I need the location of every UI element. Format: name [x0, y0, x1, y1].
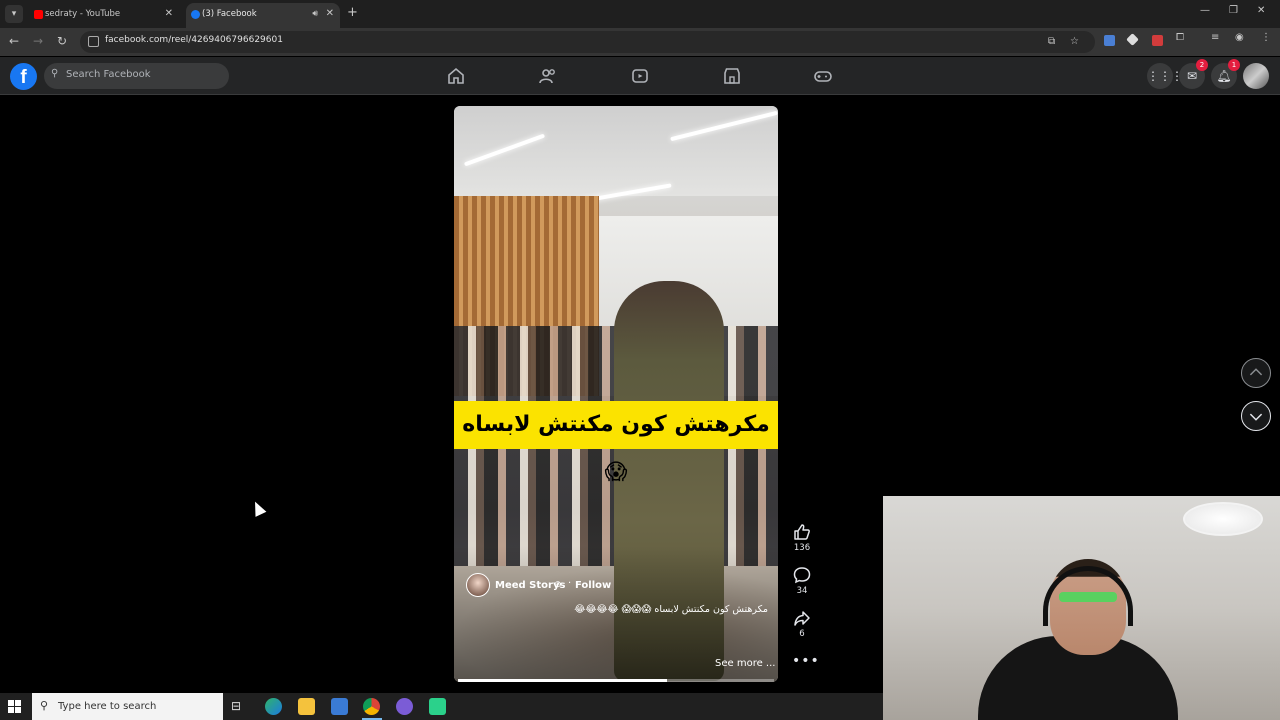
- chrome-menu-icon[interactable]: ⋮: [1261, 32, 1271, 43]
- see-more-link[interactable]: See more ...: [715, 658, 775, 669]
- mouse-cursor: [249, 499, 267, 517]
- extensions-puzzle-icon[interactable]: ⧠: [1176, 32, 1184, 43]
- youtube-icon: [34, 10, 43, 19]
- extension-red-icon[interactable]: [1152, 35, 1163, 46]
- ceiling-lamp: [1183, 502, 1263, 536]
- next-reel-button[interactable]: [1241, 401, 1271, 431]
- task-view-icon[interactable]: ⊟: [231, 699, 248, 716]
- messenger-badge: 2: [1196, 59, 1208, 71]
- share-icon[interactable]: [792, 608, 812, 628]
- tab-youtube[interactable]: sedraty - YouTube ✕: [29, 3, 179, 28]
- address-bar[interactable]: facebook.com/reel/4269406796629601 ⧉ ☆: [80, 31, 1095, 53]
- like-icon[interactable]: [792, 522, 812, 542]
- more-options-icon[interactable]: •••: [792, 653, 820, 669]
- previous-reel-button[interactable]: [1241, 358, 1271, 388]
- webcam-overlay: [883, 496, 1280, 720]
- taskbar-search-placeholder: Type here to search: [58, 701, 157, 712]
- speaker-icon[interactable]: 🔊︎: [312, 3, 318, 25]
- comment-icon[interactable]: [792, 565, 812, 585]
- tab-title: (3) Facebook: [202, 9, 257, 19]
- search-placeholder: Search Facebook: [66, 69, 151, 80]
- facebook-logo[interactable]: f: [10, 63, 37, 90]
- new-tab-button[interactable]: +: [347, 5, 358, 20]
- close-icon[interactable]: ✕: [165, 3, 173, 25]
- extension-diamond-icon[interactable]: [1126, 33, 1139, 46]
- separator-dot: ·: [568, 578, 572, 589]
- translate-extension-icon[interactable]: [1104, 35, 1115, 46]
- video-progress-bar[interactable]: [458, 679, 774, 682]
- discord-icon[interactable]: [396, 698, 413, 715]
- like-count: 136: [793, 543, 811, 553]
- browser-toolbar: ← → ↻ facebook.com/reel/4269406796629601…: [0, 28, 1280, 56]
- tab-title: sedraty - YouTube: [45, 9, 121, 19]
- taskbar-search-box[interactable]: ⚲ Type here to search: [32, 693, 223, 720]
- gaming-icon[interactable]: [813, 66, 833, 86]
- account-avatar[interactable]: [1243, 63, 1269, 89]
- author-avatar[interactable]: [466, 573, 490, 597]
- url-text: facebook.com/reel/4269406796629601: [105, 35, 283, 45]
- video-progress-fill: [458, 679, 667, 682]
- file-explorer-icon[interactable]: [298, 698, 315, 715]
- bookmark-star-icon[interactable]: ☆: [1070, 36, 1079, 47]
- video-icon[interactable]: [630, 66, 650, 86]
- chrome-icon[interactable]: [363, 698, 380, 715]
- facebook-icon: [191, 10, 200, 19]
- app-icon[interactable]: [429, 698, 446, 715]
- facebook-search-input[interactable]: ⚲ Search Facebook: [44, 63, 229, 89]
- reel-overlay-caption: مكرهتش كون مكنتش لابساه 😱: [462, 412, 770, 485]
- notifications-badge: 1: [1228, 59, 1240, 71]
- search-icon: ⚲: [40, 699, 49, 712]
- home-icon[interactable]: [446, 66, 466, 86]
- marketplace-icon[interactable]: [722, 66, 742, 86]
- windows-taskbar: ⚲ Type here to search ⊟: [0, 693, 883, 720]
- back-arrow-icon[interactable]: ←: [9, 34, 19, 48]
- site-info-icon[interactable]: [88, 36, 99, 47]
- minimize-icon[interactable]: —: [1200, 5, 1210, 16]
- follow-button[interactable]: Follow: [575, 580, 611, 591]
- tab-search-button[interactable]: ▾: [5, 5, 23, 23]
- windows-start-icon[interactable]: [8, 700, 21, 713]
- install-app-icon[interactable]: ⧉: [1048, 36, 1055, 47]
- search-icon: ⚲: [51, 68, 59, 79]
- edge-icon[interactable]: [265, 698, 282, 715]
- share-count: 6: [799, 629, 805, 639]
- friends-icon[interactable]: [538, 66, 558, 86]
- reel-description: مكرهتش كون مكنتش لابساه 😱😱😱 😂😂😂😂: [574, 604, 768, 615]
- glasses: [1059, 592, 1117, 602]
- profile-icon[interactable]: ◉: [1235, 32, 1244, 43]
- reel-video[interactable]: مكرهتش كون مكنتش لابساه 😱 Meed Storys ⊕ …: [454, 106, 778, 682]
- forward-arrow-icon[interactable]: →: [33, 34, 43, 48]
- close-icon[interactable]: ✕: [326, 3, 334, 25]
- menu-grid-icon[interactable]: ⋮⋮⋮: [1147, 63, 1183, 89]
- facebook-header: f ⚲ Search Facebook ⋮⋮⋮ ✉ 2 🔔︎ 1: [0, 57, 1280, 95]
- restore-icon[interactable]: ❐: [1229, 5, 1238, 16]
- comment-count: 34: [796, 586, 808, 596]
- media-control-icon[interactable]: ≡: [1211, 32, 1219, 43]
- tab-facebook[interactable]: (3) Facebook 🔊︎ ✕: [186, 3, 340, 28]
- browser-tab-bar: ▾ sedraty - YouTube ✕ (3) Facebook 🔊︎ ✕ …: [0, 0, 1280, 28]
- window-close-icon[interactable]: ✕: [1257, 5, 1265, 16]
- globe-icon: ⊕: [554, 580, 562, 590]
- store-icon[interactable]: [331, 698, 348, 715]
- reload-icon[interactable]: ↻: [57, 34, 67, 48]
